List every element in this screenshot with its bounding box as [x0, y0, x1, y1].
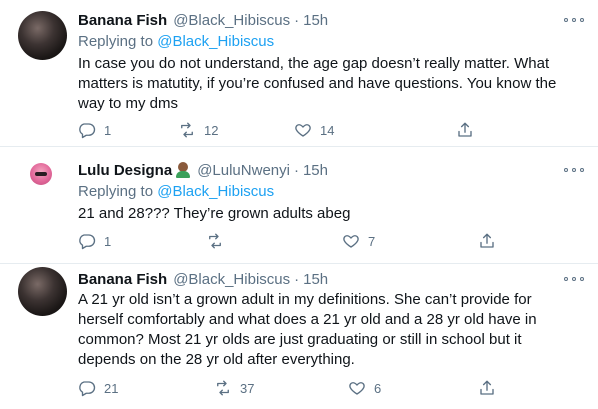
share-button[interactable] [456, 120, 474, 140]
display-name[interactable]: Banana Fish [78, 12, 167, 29]
timestamp[interactable]: 15h [303, 271, 328, 288]
separator-dot: · [294, 270, 300, 288]
replying-to: Replying to @Black_Hibiscus [78, 33, 274, 50]
tweet-header: Banana Fish @Black_Hibiscus · 15h [78, 10, 328, 30]
share-button[interactable] [478, 378, 496, 398]
reply-count: 1 [104, 122, 112, 138]
retweet-button[interactable]: 37 [214, 378, 254, 398]
avatar[interactable] [18, 11, 67, 60]
heart-icon [295, 124, 311, 137]
separator-dot: · [294, 11, 300, 29]
reply-button[interactable]: 1 [78, 120, 111, 140]
mention-link[interactable]: @Black_Hibiscus [157, 183, 274, 200]
tweet[interactable]: Banana Fish @Black_Hibiscus · 15h Replyi… [0, 0, 598, 144]
retweet-button[interactable] [206, 231, 232, 251]
share-button[interactable] [478, 231, 496, 251]
more-options-icon[interactable] [564, 162, 584, 178]
mention-link[interactable]: @Black_Hibiscus [157, 33, 274, 50]
tweet-header: Banana Fish @Black_Hibiscus · 15h [78, 269, 328, 289]
replying-to-label: Replying to [78, 183, 154, 200]
share-icon [458, 122, 472, 137]
replying-to-label: Replying to [78, 33, 154, 50]
share-icon [480, 233, 494, 248]
like-button[interactable]: 14 [294, 120, 334, 140]
user-handle[interactable]: @Black_Hibiscus [173, 12, 290, 29]
like-count: 14 [320, 122, 335, 138]
heart-icon [343, 235, 359, 248]
more-options-icon[interactable] [564, 271, 584, 287]
like-button[interactable]: 7 [342, 231, 375, 251]
tweet[interactable]: Banana Fish @Black_Hibiscus · 15h A 21 y… [0, 264, 598, 409]
retweet-button[interactable]: 12 [178, 120, 218, 140]
reply-icon [79, 381, 96, 397]
reply-button[interactable]: 1 [78, 231, 111, 251]
tweet-text: 21 and 28??? They’re grown adults abeg [78, 205, 351, 222]
tweet-text: In case you do not understand, the age g… [78, 55, 557, 112]
timestamp[interactable]: 15h [303, 12, 328, 29]
timestamp[interactable]: 15h [303, 162, 328, 179]
tweet-text: A 21 yr old isn’t a grown adult in my de… [78, 291, 537, 368]
avatar[interactable] [18, 267, 67, 316]
user-handle[interactable]: @LuluNwenyi [197, 162, 290, 179]
tweet[interactable]: Lulu Designa @LuluNwenyi · 15h Replying … [0, 147, 598, 263]
more-options-icon[interactable] [564, 12, 584, 28]
share-icon [480, 380, 494, 395]
retweet-icon [209, 233, 221, 249]
reply-count: 21 [104, 380, 119, 396]
display-name[interactable]: Lulu Designa [78, 162, 172, 179]
tweet-header: Lulu Designa @LuluNwenyi · 15h [78, 160, 328, 180]
replying-to: Replying to @Black_Hibiscus [78, 183, 274, 200]
tweet-actions: 1 7 [78, 231, 498, 251]
emoji-icon [175, 162, 191, 178]
tweet-feed: Banana Fish @Black_Hibiscus · 15h Replyi… [0, 0, 598, 409]
display-name[interactable]: Banana Fish [78, 271, 167, 288]
retweet-count: 12 [204, 122, 219, 138]
tweet-actions: 21 37 6 [78, 378, 498, 398]
separator-dot: · [293, 161, 299, 179]
tweet-actions: 1 12 14 [78, 120, 498, 140]
reply-count: 1 [104, 233, 112, 249]
user-handle[interactable]: @Black_Hibiscus [173, 271, 290, 288]
retweet-count: 37 [240, 380, 255, 396]
reply-icon [79, 234, 96, 250]
retweet-icon [181, 122, 193, 138]
like-count: 7 [368, 233, 376, 249]
like-count: 6 [374, 380, 382, 396]
reply-button[interactable]: 21 [78, 378, 118, 398]
heart-icon [349, 382, 365, 395]
retweet-icon [217, 380, 229, 396]
like-button[interactable]: 6 [348, 378, 381, 398]
avatar[interactable] [30, 163, 52, 185]
reply-icon [79, 123, 96, 139]
